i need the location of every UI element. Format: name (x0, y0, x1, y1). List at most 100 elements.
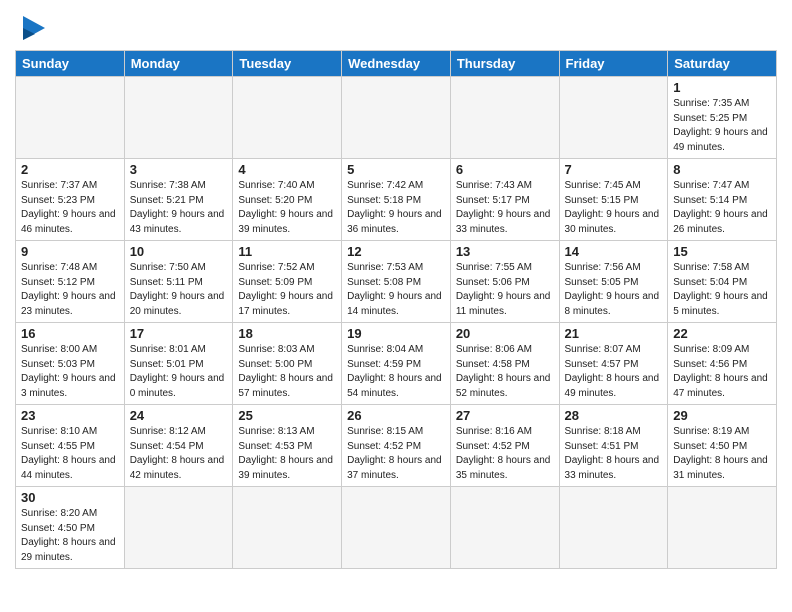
day-info: Sunrise: 7:50 AM Sunset: 5:11 PM Dayligh… (130, 261, 228, 319)
calendar-week-row: 16 Sunrise: 8:00 AM Sunset: 5:03 PM Dayli… (16, 323, 777, 405)
day-info: Sunrise: 7:38 AM Sunset: 5:21 PM Dayligh… (130, 179, 228, 237)
calendar-cell: 10Sunrise: 7:50 AM Sunset: 5:11 PM Dayli… (124, 241, 233, 323)
calendar-cell: 4 Sunrise: 7:40 AM Sunset: 5:20 PM Daylig… (233, 159, 342, 241)
header (15, 10, 777, 42)
day-info: Sunrise: 8:15 AM Sunset: 4:52 PM Dayligh… (347, 425, 445, 483)
day-info: Sunrise: 8:06 AM Sunset: 4:58 PM Dayligh… (456, 343, 554, 401)
calendar-cell: 5 Sunrise: 7:42 AM Sunset: 5:18 PM Daylig… (342, 159, 451, 241)
calendar-cell (342, 77, 451, 159)
day-number: 2 (21, 162, 119, 177)
day-info: Sunrise: 7:58 AM Sunset: 5:04 PM Dayligh… (673, 261, 771, 319)
calendar-cell: 13Sunrise: 7:55 AM Sunset: 5:06 PM Dayli… (450, 241, 559, 323)
calendar-cell: 25 Sunrise: 8:13 AM Sunset: 4:53 PM Dayli… (233, 405, 342, 487)
calendar-cell: 22 Sunrise: 8:09 AM Sunset: 4:56 PM Dayli… (668, 323, 777, 405)
day-number: 14 (565, 244, 663, 259)
calendar-week-row: 9 Sunrise: 7:48 AM Sunset: 5:12 PM Daylig… (16, 241, 777, 323)
calendar-cell: 9 Sunrise: 7:48 AM Sunset: 5:12 PM Daylig… (16, 241, 125, 323)
calendar-cell: 3Sunrise: 7:38 AM Sunset: 5:21 PM Daylig… (124, 159, 233, 241)
day-info: Sunrise: 8:00 AM Sunset: 5:03 PM Dayligh… (21, 343, 119, 401)
calendar-cell: 14 Sunrise: 7:56 AM Sunset: 5:05 PM Dayli… (559, 241, 668, 323)
day-number: 16 (21, 326, 119, 341)
day-number: 24 (130, 408, 228, 423)
day-number: 17 (130, 326, 228, 341)
day-info: Sunrise: 8:16 AM Sunset: 4:52 PM Dayligh… (456, 425, 554, 483)
day-info: Sunrise: 7:43 AM Sunset: 5:17 PM Dayligh… (456, 179, 554, 237)
day-number: 12 (347, 244, 445, 259)
calendar-table: SundayMondayTuesdayWednesdayThursdayFrid… (15, 50, 777, 569)
weekday-header-wednesday: Wednesday (342, 51, 451, 77)
calendar-cell: 23 Sunrise: 8:10 AM Sunset: 4:55 PM Dayli… (16, 405, 125, 487)
day-info: Sunrise: 7:48 AM Sunset: 5:12 PM Dayligh… (21, 261, 119, 319)
day-info: Sunrise: 8:18 AM Sunset: 4:51 PM Dayligh… (565, 425, 663, 483)
logo (15, 16, 49, 42)
day-info: Sunrise: 8:13 AM Sunset: 4:53 PM Dayligh… (238, 425, 336, 483)
day-info: Sunrise: 8:19 AM Sunset: 4:50 PM Dayligh… (673, 425, 771, 483)
day-number: 30 (21, 490, 119, 505)
calendar-cell: 11Sunrise: 7:52 AM Sunset: 5:09 PM Dayli… (233, 241, 342, 323)
calendar-cell (342, 487, 451, 569)
calendar-cell: 7Sunrise: 7:45 AM Sunset: 5:15 PM Daylig… (559, 159, 668, 241)
calendar-cell: 28Sunrise: 8:18 AM Sunset: 4:51 PM Dayli… (559, 405, 668, 487)
day-number: 20 (456, 326, 554, 341)
calendar-cell: 27Sunrise: 8:16 AM Sunset: 4:52 PM Dayli… (450, 405, 559, 487)
day-number: 9 (21, 244, 119, 259)
calendar-week-row: 30 Sunrise: 8:20 AM Sunset: 4:50 PM Dayli… (16, 487, 777, 569)
calendar-cell: 26 Sunrise: 8:15 AM Sunset: 4:52 PM Dayli… (342, 405, 451, 487)
calendar-cell: 2 Sunrise: 7:37 AM Sunset: 5:23 PM Daylig… (16, 159, 125, 241)
day-info: Sunrise: 7:37 AM Sunset: 5:23 PM Dayligh… (21, 179, 119, 237)
calendar-cell (668, 487, 777, 569)
day-number: 7 (565, 162, 663, 177)
calendar-cell: 21Sunrise: 8:07 AM Sunset: 4:57 PM Dayli… (559, 323, 668, 405)
calendar-cell: 24 Sunrise: 8:12 AM Sunset: 4:54 PM Dayli… (124, 405, 233, 487)
weekday-header-saturday: Saturday (668, 51, 777, 77)
day-number: 23 (21, 408, 119, 423)
page: SundayMondayTuesdayWednesdayThursdayFrid… (0, 0, 792, 612)
day-number: 18 (238, 326, 336, 341)
calendar-cell: 16 Sunrise: 8:00 AM Sunset: 5:03 PM Dayli… (16, 323, 125, 405)
day-info: Sunrise: 8:12 AM Sunset: 4:54 PM Dayligh… (130, 425, 228, 483)
calendar-cell: 1 Sunrise: 7:35 AM Sunset: 5:25 PM Daylig… (668, 77, 777, 159)
day-number: 4 (238, 162, 336, 177)
day-number: 22 (673, 326, 771, 341)
day-info: Sunrise: 7:42 AM Sunset: 5:18 PM Dayligh… (347, 179, 445, 237)
calendar-cell (16, 77, 125, 159)
day-number: 15 (673, 244, 771, 259)
day-info: Sunrise: 8:01 AM Sunset: 5:01 PM Dayligh… (130, 343, 228, 401)
day-number: 1 (673, 80, 771, 95)
day-info: Sunrise: 8:20 AM Sunset: 4:50 PM Dayligh… (21, 507, 119, 565)
calendar-cell: 29 Sunrise: 8:19 AM Sunset: 4:50 PM Dayli… (668, 405, 777, 487)
calendar-cell (124, 487, 233, 569)
day-number: 11 (238, 244, 336, 259)
day-info: Sunrise: 8:09 AM Sunset: 4:56 PM Dayligh… (673, 343, 771, 401)
calendar-header-row: SundayMondayTuesdayWednesdayThursdayFrid… (16, 51, 777, 77)
day-number: 8 (673, 162, 771, 177)
day-info: Sunrise: 7:56 AM Sunset: 5:05 PM Dayligh… (565, 261, 663, 319)
day-number: 21 (565, 326, 663, 341)
day-info: Sunrise: 8:10 AM Sunset: 4:55 PM Dayligh… (21, 425, 119, 483)
day-info: Sunrise: 7:35 AM Sunset: 5:25 PM Dayligh… (673, 97, 771, 155)
generalblue-logo-icon (17, 16, 49, 42)
weekday-header-thursday: Thursday (450, 51, 559, 77)
day-number: 26 (347, 408, 445, 423)
day-info: Sunrise: 7:40 AM Sunset: 5:20 PM Dayligh… (238, 179, 336, 237)
calendar-cell: 19 Sunrise: 8:04 AM Sunset: 4:59 PM Dayli… (342, 323, 451, 405)
day-number: 29 (673, 408, 771, 423)
weekday-header-sunday: Sunday (16, 51, 125, 77)
day-number: 19 (347, 326, 445, 341)
calendar-cell: 30 Sunrise: 8:20 AM Sunset: 4:50 PM Dayli… (16, 487, 125, 569)
calendar-week-row: 23 Sunrise: 8:10 AM Sunset: 4:55 PM Dayli… (16, 405, 777, 487)
weekday-header-tuesday: Tuesday (233, 51, 342, 77)
calendar-cell (450, 487, 559, 569)
day-number: 25 (238, 408, 336, 423)
day-number: 13 (456, 244, 554, 259)
calendar-cell (233, 77, 342, 159)
calendar-cell: 15 Sunrise: 7:58 AM Sunset: 5:04 PM Dayli… (668, 241, 777, 323)
day-info: Sunrise: 7:47 AM Sunset: 5:14 PM Dayligh… (673, 179, 771, 237)
calendar-week-row: 1 Sunrise: 7:35 AM Sunset: 5:25 PM Daylig… (16, 77, 777, 159)
day-number: 5 (347, 162, 445, 177)
calendar-cell: 17 Sunrise: 8:01 AM Sunset: 5:01 PM Dayli… (124, 323, 233, 405)
day-info: Sunrise: 7:53 AM Sunset: 5:08 PM Dayligh… (347, 261, 445, 319)
weekday-header-friday: Friday (559, 51, 668, 77)
calendar-cell (450, 77, 559, 159)
day-info: Sunrise: 8:04 AM Sunset: 4:59 PM Dayligh… (347, 343, 445, 401)
